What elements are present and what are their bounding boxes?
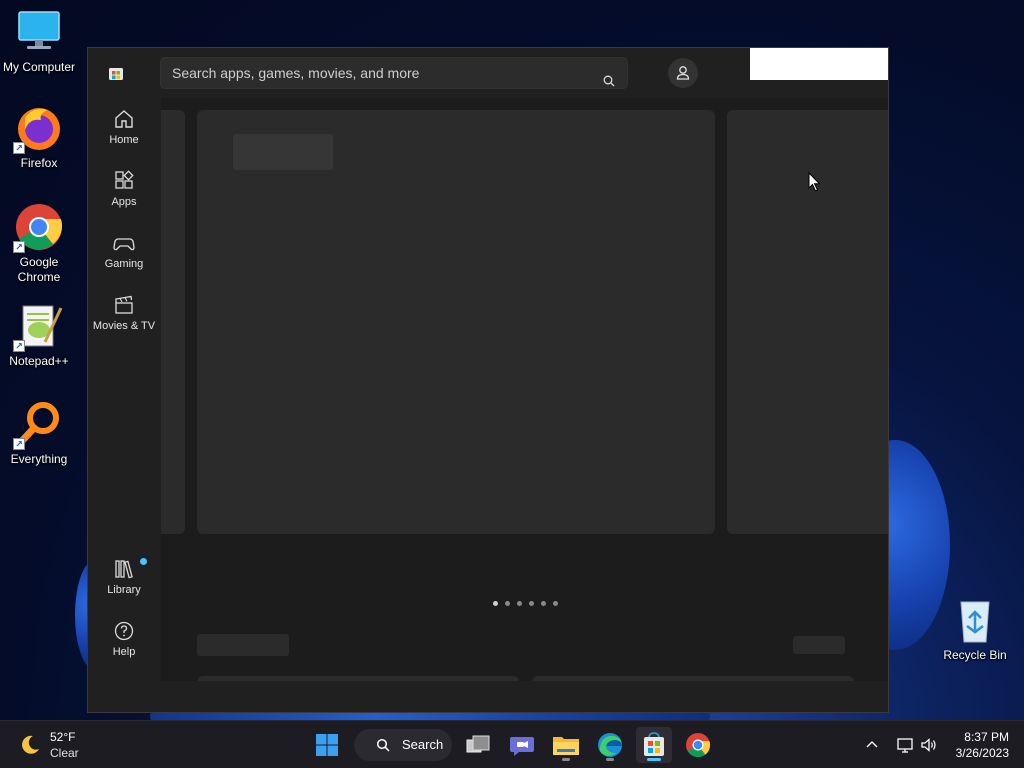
desktop-icon-my-computer[interactable]: My Computer [1,8,77,75]
nav-label: Movies & TV [92,320,156,332]
task-view-button[interactable] [460,727,496,763]
mouse-cursor-icon [808,172,821,192]
carousel-dot[interactable] [541,601,546,606]
chrome-icon: ↗ [13,203,63,253]
hero-card-previous[interactable] [161,110,185,534]
apps-icon [115,170,134,189]
taskbar-search-label: Search [402,737,444,752]
carousel-dot[interactable] [505,601,510,606]
hero-card-main[interactable] [197,110,715,534]
desktop-icon-label: My Computer [2,60,76,74]
notepadpp-icon: ↗ [13,302,63,352]
carousel-dot[interactable] [517,601,522,606]
nav-item-gaming[interactable]: Gaming [88,232,160,270]
store-content [161,98,888,681]
tile-card[interactable] [532,676,854,681]
running-indicator [647,758,661,761]
file-explorer-button[interactable] [548,727,584,763]
running-indicator [562,758,570,761]
chevron-up-icon[interactable] [864,737,880,753]
firefox-icon: ↗ [13,104,63,154]
search-placeholder: Search apps, games, movies, and more [172,65,420,81]
start-button[interactable] [309,727,345,763]
section-title-placeholder [197,634,289,656]
task-view-icon [466,735,490,753]
everything-icon: ↗ [13,400,63,450]
tile-card[interactable] [197,676,519,681]
see-all-placeholder [793,636,845,654]
store-button[interactable] [636,727,672,763]
search-icon [376,738,390,752]
clock-date: 3/26/2023 [955,746,1009,760]
person-icon [676,66,690,80]
store-nav: Home Apps Gaming Movies & TV Library Hel… [88,98,160,712]
chat-button[interactable] [504,727,540,763]
window-caption-overlay [750,48,888,80]
carousel-dot[interactable] [553,601,558,606]
shortcut-arrow-icon: ↗ [13,340,25,352]
carousel-dot[interactable] [493,601,498,606]
nav-label: Library [107,584,141,596]
teams-chat-icon [510,737,534,756]
library-icon [115,560,133,579]
desktop-icon-everything[interactable]: ↗ Everything [1,400,77,467]
carousel-dots [493,601,565,607]
nav-item-home[interactable]: Home [88,108,160,146]
desktop-icon-label: Everything [10,452,68,466]
start-icon [316,734,338,756]
chrome-icon [686,733,711,758]
weather-widget[interactable]: 52°F Clear [18,729,88,761]
network-icon[interactable] [896,736,914,754]
store-window[interactable]: Search apps, games, movies, and more Hom… [87,47,889,713]
shortcut-arrow-icon: ↗ [13,142,25,154]
system-tray [860,721,950,768]
clock-time: 8:37 PM [964,730,1009,744]
help-icon [114,621,134,641]
taskbar-search[interactable]: Search [354,729,452,761]
weather-temp: 52°F [50,730,76,744]
weather-condition: Clear [50,746,79,760]
nav-item-help[interactable]: Help [88,620,160,658]
desktop-icon-label: Firefox [20,156,58,170]
title-bar[interactable]: Search apps, games, movies, and more [88,48,888,98]
search-icon[interactable] [603,67,615,87]
store-search-input[interactable]: Search apps, games, movies, and more [160,57,628,89]
volume-icon[interactable] [920,736,938,754]
desktop-icon-notepadpp[interactable]: ↗ Notepad++ [1,302,77,369]
store-logo-icon [108,65,124,81]
taskbar: 52°F Clear Search 8:37 PM 3/26/2023 [0,720,1024,768]
home-icon [115,110,133,128]
nav-item-movies-tv[interactable]: Movies & TV [88,294,160,332]
nav-label: Gaming [104,258,144,270]
monitor-icon [15,8,63,56]
account-button[interactable] [668,58,698,88]
nav-item-library[interactable]: Library [88,558,160,596]
gamepad-icon [113,238,135,251]
shortcut-arrow-icon: ↗ [13,241,25,253]
notification-badge [140,558,147,565]
taskbar-clock[interactable]: 8:37 PM 3/26/2023 [956,729,1009,761]
desktop-icon-label: Recycle Bin [943,648,1007,662]
loading-placeholder [233,134,333,170]
nav-label: Help [112,646,136,658]
moon-icon [22,735,39,754]
edge-button[interactable] [592,727,628,763]
clapperboard-icon [115,295,133,314]
desktop-icon-label: Notepad++ [9,354,69,368]
running-indicator [606,758,614,761]
nav-label: Home [109,134,139,146]
nav-item-apps[interactable]: Apps [88,170,160,208]
nav-label: Apps [111,196,137,208]
carousel-dot[interactable] [529,601,534,606]
chrome-button[interactable] [680,727,716,763]
desktop-icon-google-chrome[interactable]: ↗ Google Chrome [1,203,77,285]
desktop-icon-label: Google Chrome [17,255,61,284]
recycle-bin-icon [951,596,999,644]
shortcut-arrow-icon: ↗ [13,438,25,450]
desktop-icon-firefox[interactable]: ↗ Firefox [1,104,77,171]
desktop-icon-recycle-bin[interactable]: Recycle Bin [937,596,1013,663]
